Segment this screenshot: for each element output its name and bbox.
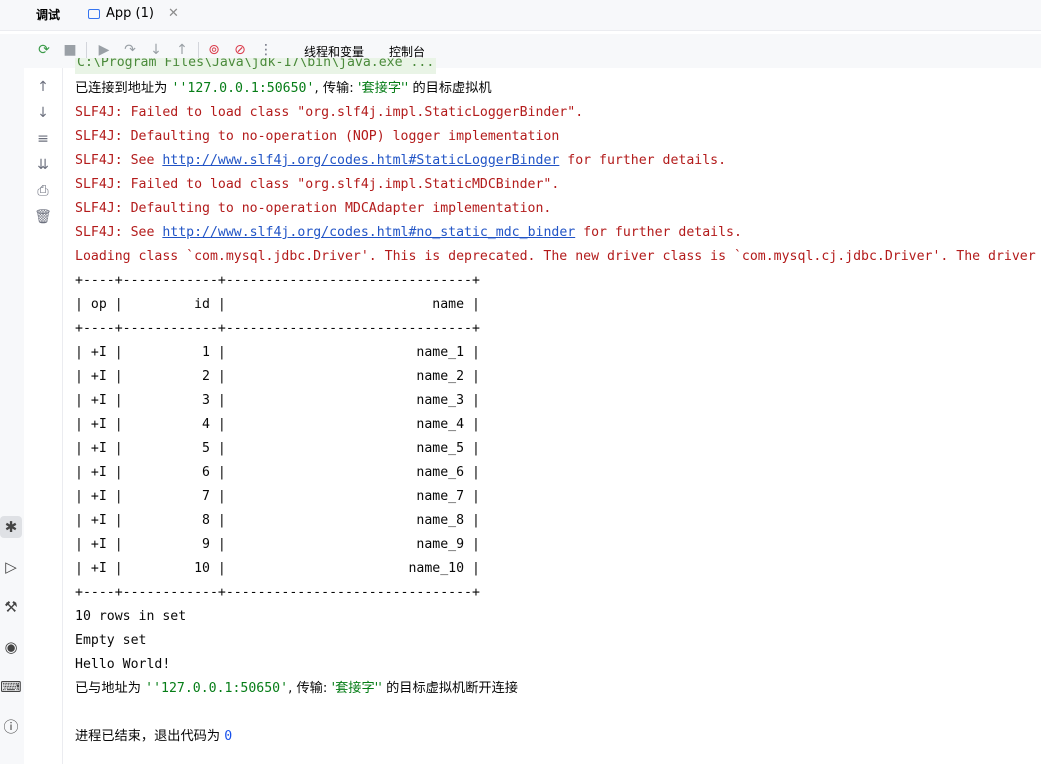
console-disconnected-line: 已与地址为 ''127.0.0.1:50650', 传输: '套接字'' 的目标… [75, 681, 518, 696]
console-error-line: SLF4J: Failed to load class "org.slf4j.i… [75, 177, 560, 192]
soft-wrap-icon[interactable]: ≡ [34, 130, 52, 148]
table-row: | +I | 9 | name_9 | [75, 537, 480, 552]
table-row: | +I | 2 | name_2 | [75, 369, 480, 384]
console-error-line: SLF4J: See http://www.slf4j.org/codes.ht… [75, 153, 727, 168]
close-icon[interactable]: ✕ [168, 6, 179, 21]
table-row: | +I | 8 | name_8 | [75, 513, 480, 528]
tool-window-tabbar: 调试 App (1) ✕ [0, 0, 1041, 31]
table-row: | +I | 3 | name_3 | [75, 393, 480, 408]
console-error-line: SLF4J: Failed to load class "org.slf4j.i… [75, 105, 584, 120]
table-row: | +I | 1 | name_1 | [75, 345, 480, 360]
process-exit-line: 进程已结束，退出代码为 0 [75, 729, 233, 744]
console-connected-line: 已连接到地址为 ''127.0.0.1:50650', 传输: '套接字'' 的… [75, 81, 492, 96]
console-error-line: SLF4J: Defaulting to no-operation MDCAda… [75, 201, 552, 216]
tab-app-label: App (1) [106, 6, 154, 21]
console-error-line: SLF4J: Defaulting to no-operation (NOP) … [75, 129, 560, 144]
left-tool-strip: ✱ ▷ ⚒ ◉ ⌨ ⓘ [0, 68, 25, 764]
terminal-icon[interactable]: ⌨ [0, 676, 22, 698]
slf4j-link[interactable]: http://www.slf4j.org/codes.html#no_stati… [162, 225, 575, 240]
more-options-icon[interactable]: ⋮ [256, 40, 276, 60]
stop-icon[interactable]: ■ [60, 40, 80, 60]
step-into-icon[interactable]: ↓ [146, 40, 166, 60]
empty-set-line: Empty set [75, 633, 147, 648]
window-icon [88, 8, 100, 19]
table-border: +----+------------+---------------------… [75, 273, 480, 288]
mute-breakpoints-icon[interactable]: ⊘ [230, 40, 250, 60]
slf4j-link[interactable]: http://www.slf4j.org/codes.html#StaticLo… [162, 153, 559, 168]
rows-in-set-line: 10 rows in set [75, 609, 187, 624]
step-over-icon[interactable]: ↷ [120, 40, 140, 60]
table-row: | +I | 6 | name_6 | [75, 465, 480, 480]
build-hammer-icon[interactable]: ⚒ [0, 596, 22, 618]
tab-debug[interactable]: 调试 [36, 6, 60, 23]
table-row: | +I | 7 | name_7 | [75, 489, 480, 504]
trash-icon[interactable]: 🗑 [34, 208, 52, 226]
console-error-line: Loading class `com.mysql.jdbc.Driver'. T… [75, 249, 1036, 264]
console-cmd-line: C:\Program Files\Java\jdk-17\bin\java.ex… [75, 58, 437, 74]
table-row: | +I | 10 | name_10 | [75, 561, 480, 576]
problems-icon[interactable]: ⓘ [0, 716, 22, 738]
scroll-to-end-icon[interactable]: ⇊ [34, 156, 52, 174]
hello-world-line: Hello World! [75, 657, 171, 672]
table-border: +----+------------+---------------------… [75, 585, 480, 600]
tab-app-run[interactable]: App (1) ✕ [88, 6, 179, 21]
run-icon[interactable]: ▷ [0, 556, 22, 578]
scroll-up-icon[interactable]: ↑ [34, 78, 52, 96]
resume-icon[interactable]: ▶ [94, 40, 114, 60]
step-out-icon[interactable]: ↑ [172, 40, 192, 60]
table-border: +----+------------+---------------------… [75, 321, 480, 336]
scroll-down-icon[interactable]: ↓ [34, 104, 52, 122]
print-icon[interactable]: ⎙ [34, 182, 52, 200]
console-error-line: SLF4J: See http://www.slf4j.org/codes.ht… [75, 225, 742, 240]
console-gutter: ↑ ↓ ≡ ⇊ ⎙ 🗑 [24, 68, 63, 764]
debug-bug-icon[interactable]: ✱ [0, 516, 22, 538]
rerun-icon[interactable]: ⟳ [34, 40, 54, 60]
services-icon[interactable]: ◉ [0, 636, 22, 658]
table-row: | +I | 5 | name_5 | [75, 441, 480, 456]
table-header: | op | id | name | [75, 297, 480, 312]
view-breakpoints-icon[interactable]: ⊚ [204, 40, 224, 60]
table-row: | +I | 4 | name_4 | [75, 417, 480, 432]
